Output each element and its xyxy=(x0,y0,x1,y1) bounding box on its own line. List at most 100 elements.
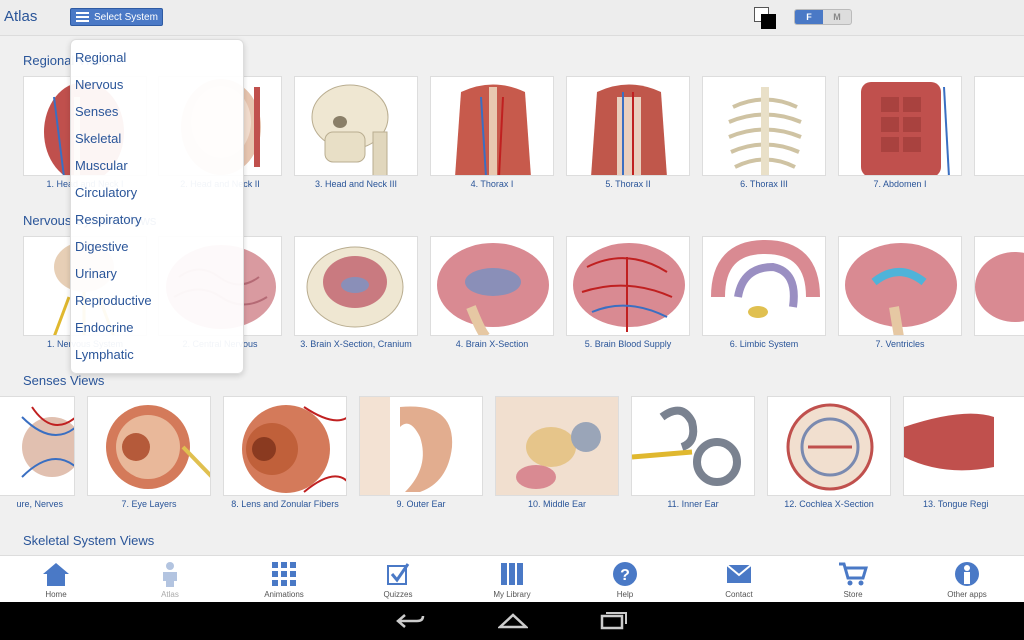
thumbnail-card[interactable]: 7. Abdomen I xyxy=(838,76,962,189)
system-navigation-bar xyxy=(0,602,1024,640)
thumbnail-card[interactable]: 5. Thorax II xyxy=(566,76,690,189)
abdomen-image xyxy=(838,76,962,176)
nav-label: Animations xyxy=(264,590,304,599)
nav-store[interactable]: Store xyxy=(803,560,903,599)
card-caption: 12. Cochlea X-Section xyxy=(784,499,874,509)
thumbnail-card[interactable]: 11. Inner Ear xyxy=(631,396,755,509)
nav-other-apps[interactable]: Other apps xyxy=(917,560,1017,599)
thumbnail-card[interactable]: 4. Thorax I xyxy=(430,76,554,189)
eye-nerves-image xyxy=(0,396,75,496)
male-toggle-button[interactable]: M xyxy=(823,10,851,24)
nav-label: Help xyxy=(616,590,634,599)
thumbnail-card[interactable]: 7. Ventricles xyxy=(838,236,962,349)
thumbnail-card[interactable]: 8. Lens and Zonular Fibers xyxy=(223,396,347,509)
card-caption: 4. Thorax I xyxy=(470,179,514,189)
thumbnail-card[interactable]: 3. Brain X-Section, Cranium xyxy=(294,236,418,349)
card-caption: 7. Abdomen I xyxy=(873,179,927,189)
menu-item-endocrine[interactable]: Endocrine xyxy=(75,320,134,335)
thorax-image xyxy=(566,76,690,176)
lens-zonular-image xyxy=(223,396,347,496)
thumbnail-card[interactable]: 10. Middle Ear xyxy=(495,396,619,509)
black-swatch-icon xyxy=(761,14,776,29)
nav-label: Store xyxy=(843,590,863,599)
nav-quizzes[interactable]: Quizzes xyxy=(348,560,448,599)
menu-item-lymphatic[interactable]: Lymphatic xyxy=(75,347,134,362)
nav-label: Contact xyxy=(725,590,753,599)
card-caption: 6. Thorax III xyxy=(740,179,788,189)
card-caption: 13. Tongue Regi xyxy=(923,499,989,509)
thumbnail-card[interactable]: 9. Outer Ear xyxy=(359,396,483,509)
eye-layers-image xyxy=(87,396,211,496)
thumbnail-card[interactable]: 7. Eye Layers xyxy=(87,396,211,509)
menu-item-reproductive[interactable]: Reproductive xyxy=(75,293,152,308)
thumbnail-card[interactable]: 13. Tongue Regi xyxy=(903,396,1024,509)
thumbnail-card-partial[interactable] xyxy=(974,236,1024,336)
nav-atlas[interactable]: Atlas xyxy=(120,560,220,599)
background-color-toggle[interactable] xyxy=(754,7,776,29)
grid-icon xyxy=(234,560,334,588)
ribcage-image xyxy=(702,76,826,176)
nav-help[interactable]: ? Help xyxy=(575,560,675,599)
partial-image xyxy=(974,76,1024,176)
middle-ear-image xyxy=(495,396,619,496)
back-icon[interactable] xyxy=(395,612,425,635)
cochlea-section-image xyxy=(767,396,891,496)
cart-icon xyxy=(803,560,903,588)
home-button-icon[interactable] xyxy=(496,612,530,635)
nav-label: Other apps xyxy=(947,590,987,599)
nav-home[interactable]: Home xyxy=(6,560,106,599)
nav-my-library[interactable]: My Library xyxy=(462,560,562,599)
nav-animations[interactable]: Animations xyxy=(234,560,334,599)
menu-item-urinary[interactable]: Urinary xyxy=(75,266,117,281)
skull-image xyxy=(294,76,418,176)
card-caption: 5. Thorax II xyxy=(605,179,651,189)
gender-toggle[interactable]: F M xyxy=(794,9,852,25)
home-icon xyxy=(6,560,106,588)
menu-item-muscular[interactable]: Muscular xyxy=(75,158,128,173)
checkbox-icon xyxy=(348,560,448,588)
nav-label: My Library xyxy=(493,590,531,599)
outer-ear-image xyxy=(359,396,483,496)
senses-views-row[interactable]: ure, Nerves 7. Eye Layers 8. Lens and Zo… xyxy=(0,396,1024,526)
card-caption: 3. Brain X-Section, Cranium xyxy=(300,339,412,349)
menu-item-senses[interactable]: Senses xyxy=(75,104,118,119)
female-toggle-button[interactable]: F xyxy=(795,10,823,24)
body-icon xyxy=(120,560,220,588)
select-system-button[interactable]: Select System xyxy=(70,8,163,26)
person-icon xyxy=(917,560,1017,588)
card-caption: 6. Limbic System xyxy=(729,339,799,349)
menu-item-skeletal[interactable]: Skeletal xyxy=(75,131,121,146)
thumbnail-card-partial[interactable] xyxy=(974,76,1024,176)
menu-item-digestive[interactable]: Digestive xyxy=(75,239,128,254)
card-caption: 7. Ventricles xyxy=(875,339,925,349)
thumbnail-card[interactable]: 6. Limbic System xyxy=(702,236,826,349)
menu-item-nervous[interactable]: Nervous xyxy=(75,77,123,92)
tongue-image xyxy=(903,396,1024,496)
menu-item-respiratory[interactable]: Respiratory xyxy=(75,212,141,227)
partial-image xyxy=(974,236,1024,336)
card-caption: 3. Head and Neck III xyxy=(314,179,398,189)
svg-text:?: ? xyxy=(620,567,630,584)
inner-ear-image xyxy=(631,396,755,496)
thumbnail-card[interactable]: 3. Head and Neck III xyxy=(294,76,418,189)
recent-apps-icon[interactable] xyxy=(600,612,630,635)
section-title-skeletal: Skeletal System Views xyxy=(23,533,155,548)
card-caption: 4. Brain X-Section xyxy=(455,339,529,349)
thumbnail-card[interactable]: 6. Thorax III xyxy=(702,76,826,189)
select-system-label: Select System xyxy=(94,11,158,23)
thumbnail-card[interactable]: 4. Brain X-Section xyxy=(430,236,554,349)
section-title-senses: Senses Views xyxy=(23,373,105,388)
card-caption: 5. Brain Blood Supply xyxy=(584,339,672,349)
card-caption: 9. Outer Ear xyxy=(396,499,446,509)
card-caption: 7. Eye Layers xyxy=(121,499,177,509)
thumbnail-card[interactable]: 12. Cochlea X-Section xyxy=(767,396,891,509)
thumbnail-card[interactable]: 5. Brain Blood Supply xyxy=(566,236,690,349)
menu-item-circulatory[interactable]: Circulatory xyxy=(75,185,137,200)
menu-item-regional[interactable]: Regional xyxy=(75,50,126,65)
thumbnail-card-partial[interactable]: ure, Nerves xyxy=(0,396,75,509)
nav-label: Quizzes xyxy=(383,590,413,599)
brain-blood-supply-image xyxy=(566,236,690,336)
envelope-icon xyxy=(689,560,789,588)
nav-contact[interactable]: Contact xyxy=(689,560,789,599)
system-dropdown-menu: Regional Nervous Senses Skeletal Muscula… xyxy=(70,39,244,374)
